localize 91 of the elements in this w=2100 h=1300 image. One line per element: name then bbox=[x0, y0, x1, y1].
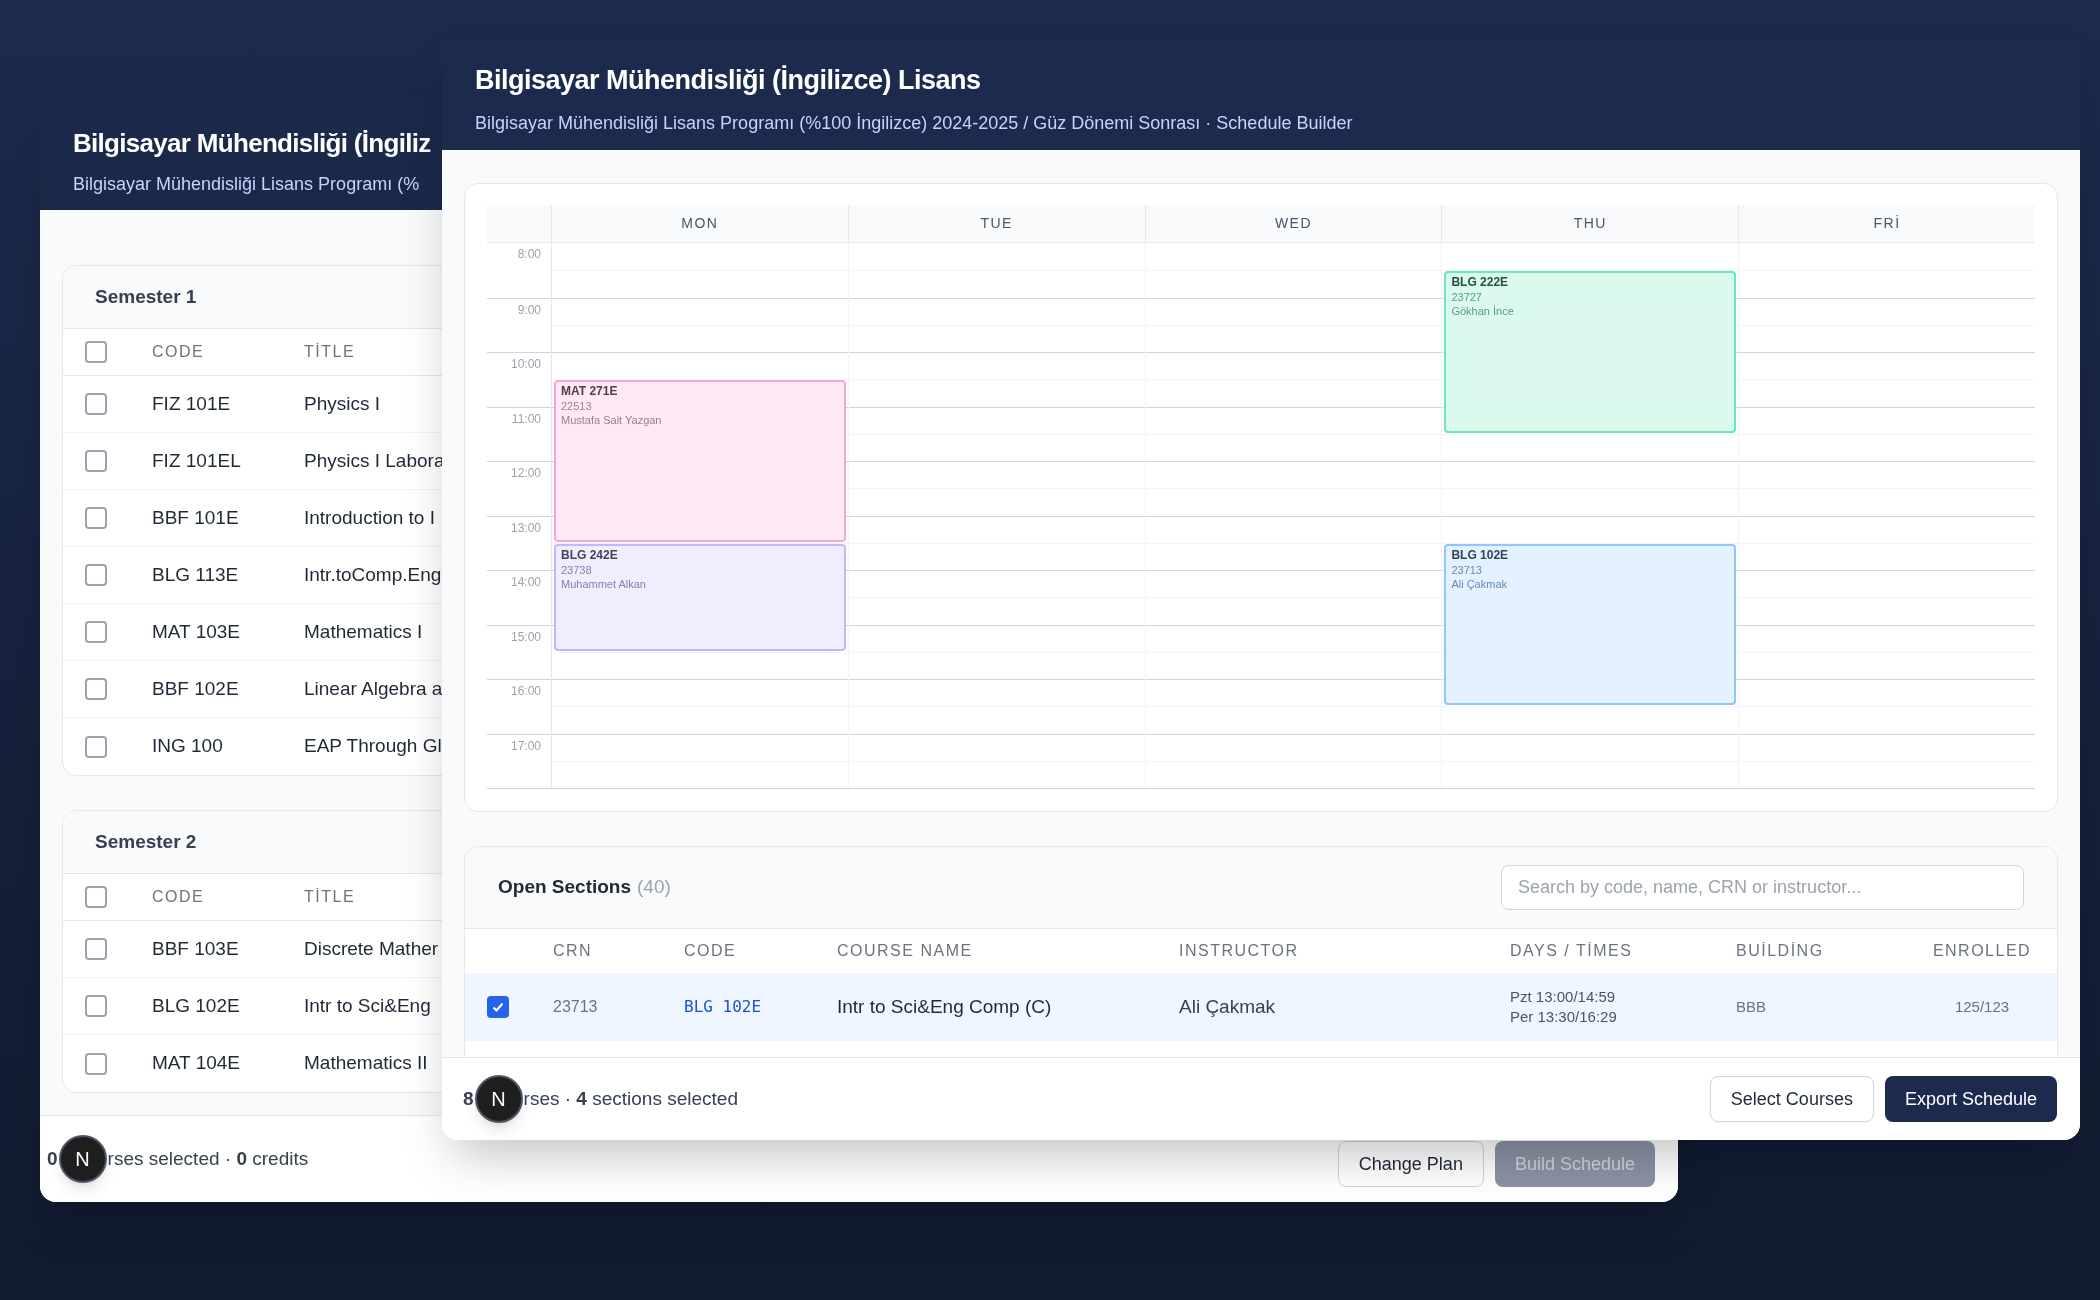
column-header: CODE bbox=[684, 941, 738, 961]
course-name: Intr to Sci&Eng Comp (C) bbox=[837, 994, 1053, 1019]
course-code: FIZ 101EL bbox=[152, 448, 242, 473]
course-event[interactable]: BLG 102E 23713 Ali Çakmak bbox=[1444, 543, 1737, 706]
dev-badge[interactable]: N bbox=[58, 1135, 107, 1183]
course-title: Linear Algebra a bbox=[304, 676, 443, 701]
column-header: ENROLLED bbox=[1931, 941, 2033, 961]
time-label: 9:00 bbox=[517, 301, 541, 319]
column-header: CODE bbox=[152, 342, 206, 362]
window-subtitle: Bilgisayar Mühendisliği Lisans Programı (%100 İngilizce) 2024-2025 / Güz Dönemi Sonrası · Schedule Builder bbox=[475, 111, 1354, 135]
checkbox[interactable] bbox=[85, 938, 107, 960]
day-header: MON bbox=[681, 214, 719, 233]
instructor-name: Ali Çakmak bbox=[1179, 994, 1277, 1019]
course-code: MAT 104E bbox=[152, 1051, 241, 1076]
window-title: Bilgisayar Mühendisliği (İngiliz bbox=[73, 127, 431, 160]
count-text: 8 bbox=[463, 1086, 474, 1111]
crn-text: 23713 bbox=[553, 997, 599, 1017]
button[interactable]: Select Courses bbox=[1709, 1076, 1874, 1122]
course-code-link[interactable]: BLG 102E bbox=[684, 995, 837, 1019]
window-subtitle: Bilgisayar Mühendisliği Lisans Programı (% bbox=[73, 173, 420, 196]
course-title: Intr to Sci&Eng bbox=[304, 993, 431, 1018]
section-title: Open Sections bbox=[498, 875, 632, 900]
column-header: BUİLDİNG bbox=[1736, 941, 1825, 961]
time-label: 15:00 bbox=[510, 628, 541, 646]
checkbox[interactable] bbox=[85, 393, 107, 415]
button[interactable]: Change Plan bbox=[1337, 1141, 1484, 1187]
course-title: Physics I Labora bbox=[304, 448, 445, 473]
course-code: BLG 113E bbox=[152, 562, 240, 587]
building-text: BBB bbox=[1736, 996, 1767, 1017]
schedule-time: Pzt 13:00/14:59 bbox=[1510, 987, 1617, 1007]
column-header: TİTLE bbox=[304, 342, 356, 362]
course-title: Physics I bbox=[304, 391, 381, 416]
course-title: Discrete Mather bbox=[304, 936, 439, 961]
course-code: BBF 102E bbox=[152, 676, 240, 701]
selection-summary: rses selected · 0 credits bbox=[107, 1146, 309, 1171]
window-title: Bilgisayar Mühendisliği (İngilizce) Lisans bbox=[475, 64, 982, 97]
enrollment-text: 125/123 bbox=[1953, 996, 2011, 1017]
semester-title: Semester 1 bbox=[95, 284, 197, 309]
day-header: THU bbox=[1573, 214, 1607, 233]
course-code: BLG 102E bbox=[152, 993, 241, 1018]
checkbox[interactable] bbox=[85, 450, 107, 472]
column-header: TİTLE bbox=[304, 887, 356, 907]
section-count: (40) bbox=[637, 875, 671, 900]
checkbox[interactable] bbox=[85, 341, 107, 363]
column-header: DAYS / TİMES bbox=[1510, 941, 1634, 961]
checkbox[interactable] bbox=[85, 621, 107, 643]
schedule-time: Per 13:30/16:29 bbox=[1510, 1007, 1618, 1027]
check-icon bbox=[491, 1000, 505, 1014]
course-event[interactable]: BLG 242E 23738 Muhammet Alkan bbox=[554, 543, 846, 651]
count-text: 0 bbox=[47, 1146, 58, 1171]
time-label: 11:00 bbox=[511, 410, 541, 428]
course-title: Mathematics II bbox=[304, 1051, 428, 1076]
checkbox[interactable] bbox=[85, 678, 107, 700]
course-title: Intr.toComp.Eng bbox=[304, 562, 442, 587]
course-code: MAT 103E bbox=[152, 619, 241, 644]
time-label: 12:00 bbox=[510, 465, 541, 482]
table-row[interactable]: 23713 BLG 102E Intr to Sci&Eng Comp (C) Ali Çakmak Pzt 13:00/14:59 Per 13:30/16:29 BBB 125/123 bbox=[465, 973, 2057, 1041]
checkbox[interactable] bbox=[85, 507, 107, 529]
button[interactable]: Export Schedule bbox=[1884, 1076, 2057, 1122]
checkbox[interactable] bbox=[85, 1052, 107, 1075]
time-label: 16:00 bbox=[510, 683, 541, 700]
course-title: Introduction to I bbox=[304, 505, 435, 530]
dev-badge[interactable]: N bbox=[474, 1075, 523, 1123]
time-label: 17:00 bbox=[510, 737, 541, 755]
course-code: BBF 101E bbox=[152, 505, 240, 530]
column-header: CRN bbox=[553, 941, 594, 961]
day-header: TUE bbox=[980, 214, 1013, 233]
time-label: 10:00 bbox=[510, 356, 541, 373]
search-field[interactable]: Search by code, name, CRN or instructor... bbox=[1501, 865, 2024, 910]
checkbox[interactable] bbox=[85, 735, 107, 758]
checkbox[interactable] bbox=[85, 886, 107, 908]
checkbox[interactable] bbox=[487, 996, 509, 1018]
checkbox[interactable] bbox=[85, 564, 107, 586]
course-title: Mathematics I bbox=[304, 619, 423, 644]
course-title: EAP Through Gl bbox=[304, 734, 442, 759]
course-code: BBF 103E bbox=[152, 936, 240, 961]
column-header: CODE bbox=[152, 887, 206, 907]
day-header: FRİ bbox=[1873, 214, 1901, 233]
course-code: ING 100 bbox=[152, 734, 224, 759]
time-label: 8:00 bbox=[517, 246, 541, 263]
course-code: FIZ 101E bbox=[152, 391, 232, 416]
checkbox[interactable] bbox=[85, 995, 107, 1017]
time-label: 14:00 bbox=[510, 574, 541, 591]
day-header: WED bbox=[1274, 214, 1313, 233]
selection-summary: rses · 4 sections selected bbox=[523, 1086, 738, 1111]
column-header: INSTRUCTOR bbox=[1179, 941, 1300, 961]
course-event[interactable]: BLG 222E 23727 Gökhan İnce bbox=[1444, 271, 1737, 433]
course-event[interactable]: MAT 271E 22513 Mustafa Sait Yazgan bbox=[554, 380, 846, 542]
column-header: COURSE NAME bbox=[837, 941, 974, 961]
time-label: 13:00 bbox=[510, 519, 541, 537]
semester-title: Semester 2 bbox=[95, 829, 197, 854]
